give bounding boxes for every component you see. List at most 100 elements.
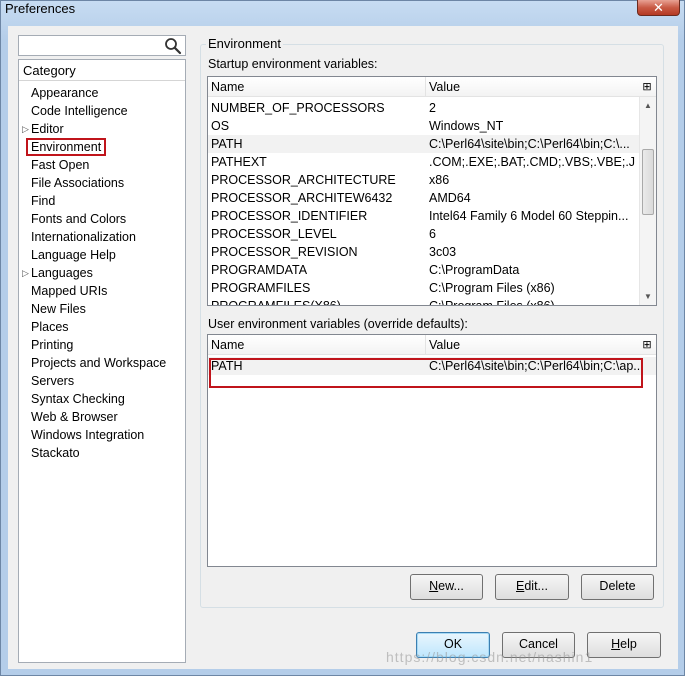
column-picker-icon[interactable]: ⊞ bbox=[640, 338, 654, 352]
variable-name: PATH bbox=[211, 137, 243, 151]
category-item[interactable]: File Associations bbox=[19, 174, 185, 192]
category-item-label: Environment bbox=[25, 138, 107, 156]
category-item-label: Language Help bbox=[31, 248, 116, 262]
table-row[interactable]: PROCESSOR_IDENTIFIER Intel64 Family 6 Mod… bbox=[208, 207, 639, 225]
expand-arrow-icon[interactable]: ▷ bbox=[22, 120, 29, 138]
variable-value: C:\Perl64\site\bin;C:\Perl64\bin;C:\ap..… bbox=[429, 359, 644, 373]
variable-name: PROCESSOR_REVISION bbox=[211, 245, 358, 259]
help-mnemonic: H bbox=[611, 637, 621, 651]
variable-name: PATH bbox=[211, 359, 243, 373]
category-item-label: File Associations bbox=[31, 176, 125, 190]
new-mnemonic: N bbox=[429, 579, 439, 593]
dialog-client-area: Category Appearance Code Intelligence ▷ Edi… bbox=[8, 26, 678, 669]
new-label: ew... bbox=[438, 579, 464, 593]
table-row[interactable]: PATH C:\Perl64\site\bin;C:\Perl64\bin;C:\… bbox=[208, 357, 656, 375]
category-item[interactable]: Places bbox=[19, 318, 185, 336]
delete-button[interactable]: Delete bbox=[581, 574, 654, 600]
category-item-label: Windows Integration bbox=[31, 428, 145, 442]
scroll-up-arrow-icon[interactable]: ▲ bbox=[640, 97, 656, 114]
category-item[interactable]: Environment bbox=[19, 138, 185, 156]
expand-arrow-icon[interactable]: ▷ bbox=[22, 264, 29, 282]
table-row[interactable]: OS Windows_NT bbox=[208, 117, 639, 135]
preferences-window: Preferences ✕ Category Appearance Code In… bbox=[0, 0, 685, 676]
category-item[interactable]: Servers bbox=[19, 372, 185, 390]
category-item[interactable]: Internationalization bbox=[19, 228, 185, 246]
category-item[interactable]: Fast Open bbox=[19, 156, 185, 174]
variable-value: 3c03 bbox=[429, 245, 457, 259]
category-item[interactable]: Projects and Workspace bbox=[19, 354, 185, 372]
category-list: Appearance Code Intelligence ▷ Editor Enviro… bbox=[19, 81, 185, 462]
table-row[interactable]: PROGRAMFILES(X86) C:\Program Files (x86) bbox=[208, 297, 639, 306]
table-row[interactable]: PATH C:\Perl64\site\bin;C:\Perl64\bin;C:\… bbox=[208, 135, 639, 153]
category-item[interactable]: Find bbox=[19, 192, 185, 210]
category-tree: Category Appearance Code Intelligence ▷ Edi… bbox=[18, 59, 186, 663]
scroll-down-arrow-icon[interactable]: ▼ bbox=[640, 288, 656, 305]
variable-name: PROCESSOR_ARCHITECTURE bbox=[211, 173, 396, 187]
table-row[interactable]: NUMBER_OF_PROCESSORS 2 bbox=[208, 99, 639, 117]
variable-value: C:\Program Files (x86) bbox=[429, 299, 555, 306]
category-item-label: Web & Browser bbox=[31, 410, 118, 424]
category-item[interactable]: Language Help bbox=[19, 246, 185, 264]
category-item[interactable]: Code Intelligence bbox=[19, 102, 185, 120]
variable-value: Windows_NT bbox=[429, 119, 504, 133]
variable-value: .COM;.EXE;.BAT;.CMD;.VBS;.VBE;.J... bbox=[429, 155, 635, 169]
category-item[interactable]: ▷ Editor bbox=[19, 120, 185, 138]
category-item[interactable]: Stackato bbox=[19, 444, 185, 462]
name-column-header[interactable]: Name bbox=[208, 77, 426, 97]
category-item-label: Stackato bbox=[31, 446, 80, 460]
new-button[interactable]: New... bbox=[410, 574, 483, 600]
delete-label: Delete bbox=[599, 579, 636, 593]
table-row[interactable]: PATHEXT .COM;.EXE;.BAT;.CMD;.VBS;.VBE;.J.… bbox=[208, 153, 639, 171]
startup-variables-label: Startup environment variables: bbox=[208, 57, 378, 71]
category-item[interactable]: Syntax Checking bbox=[19, 390, 185, 408]
category-item-label: Projects and Workspace bbox=[31, 356, 167, 370]
category-item[interactable]: Appearance bbox=[19, 84, 185, 102]
category-item[interactable]: ▷ Languages bbox=[19, 264, 185, 282]
category-item[interactable]: Windows Integration bbox=[19, 426, 185, 444]
category-item-label: Internationalization bbox=[31, 230, 136, 244]
close-button[interactable]: ✕ bbox=[637, 0, 680, 16]
variable-value: 6 bbox=[429, 227, 436, 241]
table-row[interactable]: PROCESSOR_REVISION 3c03 bbox=[208, 243, 639, 261]
category-item-label: Mapped URIs bbox=[31, 284, 108, 298]
scroll-thumb[interactable] bbox=[642, 149, 654, 215]
name-column-header[interactable]: Name bbox=[208, 335, 426, 355]
variable-value: C:\Program Files (x86) bbox=[429, 281, 555, 295]
title-bar[interactable]: Preferences ✕ bbox=[1, 0, 684, 19]
category-item-label: Syntax Checking bbox=[31, 392, 125, 406]
variable-name: PROCESSOR_IDENTIFIER bbox=[211, 209, 368, 223]
variable-value: AMD64 bbox=[429, 191, 471, 205]
category-item[interactable]: New Files bbox=[19, 300, 185, 318]
category-item[interactable]: Mapped URIs bbox=[19, 282, 185, 300]
search-field[interactable] bbox=[19, 36, 159, 55]
category-item[interactable]: Web & Browser bbox=[19, 408, 185, 426]
edit-button[interactable]: Edit... bbox=[495, 574, 569, 600]
table-row[interactable]: PROGRAMDATA C:\ProgramData bbox=[208, 261, 639, 279]
window-title: Preferences bbox=[5, 1, 76, 16]
category-header: Category bbox=[19, 60, 185, 81]
user-table-header: Name Value ⊞ bbox=[208, 335, 656, 355]
category-item[interactable]: Printing bbox=[19, 336, 185, 354]
startup-scrollbar[interactable]: ▲ ▼ bbox=[639, 97, 656, 305]
table-row[interactable]: PROCESSOR_ARCHITECTURE x86 bbox=[208, 171, 639, 189]
column-picker-icon[interactable]: ⊞ bbox=[640, 80, 654, 94]
close-icon: ✕ bbox=[653, 0, 664, 15]
search-icon[interactable] bbox=[164, 37, 182, 55]
environment-title: Environment bbox=[206, 36, 283, 51]
help-button[interactable]: Help bbox=[587, 632, 661, 658]
value-column-header[interactable]: Value bbox=[426, 335, 638, 355]
variable-value: x86 bbox=[429, 173, 450, 187]
variable-name: PATHEXT bbox=[211, 155, 267, 169]
category-item[interactable]: Fonts and Colors bbox=[19, 210, 185, 228]
value-column-header[interactable]: Value bbox=[426, 77, 638, 97]
variable-value: Intel64 Family 6 Model 60 Steppin... bbox=[429, 209, 629, 223]
table-row[interactable]: PROCESSOR_LEVEL 6 bbox=[208, 225, 639, 243]
category-item-label: Fast Open bbox=[31, 158, 90, 172]
table-row[interactable]: PROCESSOR_ARCHITEW6432 AMD64 bbox=[208, 189, 639, 207]
help-label: elp bbox=[620, 637, 637, 651]
variable-value: C:\ProgramData bbox=[429, 263, 520, 277]
category-item-label: Places bbox=[31, 320, 69, 334]
table-row[interactable]: PROGRAMFILES C:\Program Files (x86) bbox=[208, 279, 639, 297]
variable-name: PROGRAMFILES bbox=[211, 281, 311, 295]
search-input[interactable] bbox=[18, 35, 186, 56]
